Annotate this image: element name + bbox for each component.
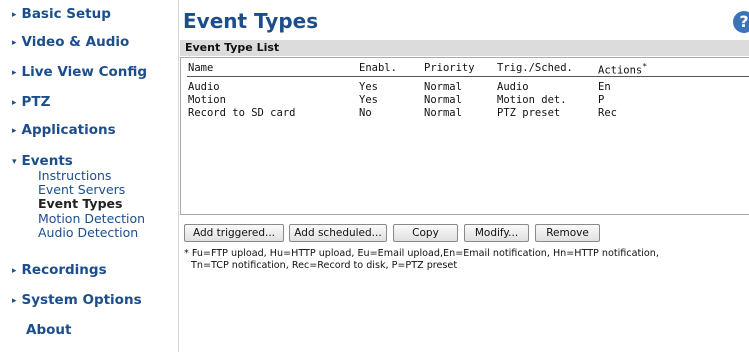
chevron-down-icon: ▾ [12,157,17,167]
column-header-actions-label: Actions [598,64,643,77]
add-triggered-button[interactable]: Add triggered... [184,224,284,242]
chevron-right-icon: ▸ [12,296,17,306]
table-row[interactable]: Record to SD card No Normal PTZ preset R… [181,107,749,120]
sidebar-item-recordings[interactable]: ▸ Recordings [12,262,107,278]
sidebar: ▸ Basic Setup ▸ Video & Audio ▸ Live View C… [0,0,179,352]
cell-trigger: Audio [497,81,529,93]
table-row[interactable]: Motion Yes Normal Motion det. P [181,94,749,107]
footnote-line-2: Tn=TCP notification, Rec=Record to disk,… [191,260,458,271]
chevron-right-icon: ▸ [12,38,17,48]
cell-enabled: Yes [359,81,378,93]
sidebar-item-label: Video & Audio [21,34,130,50]
sidebar-subitem-motion-detection[interactable]: Motion Detection [38,211,145,226]
footnote-marker: * [642,62,648,71]
event-type-list-header: Event Type List [180,40,749,56]
sidebar-item-about[interactable]: About [26,322,71,338]
cell-trigger: PTZ preset [497,107,561,119]
cell-enabled: Yes [359,94,378,106]
copy-button[interactable]: Copy [393,224,458,242]
sidebar-item-label: About [26,322,72,338]
sidebar-item-label: PTZ [21,94,51,110]
sidebar-item-live-view-config[interactable]: ▸ Live View Config [12,64,147,80]
event-type-list[interactable]: Name Enabl. Priority Trig./Sched. Action… [180,57,749,215]
chevron-right-icon: ▸ [12,10,17,20]
sidebar-item-video-audio[interactable]: ▸ Video & Audio [12,34,129,50]
cell-enabled: No [359,107,372,119]
column-header-enabled: Enabl. [359,62,397,74]
sidebar-subitem-instructions[interactable]: Instructions [38,168,111,183]
sidebar-item-label: Basic Setup [21,6,111,22]
sidebar-item-events[interactable]: ▾ Events [12,153,73,169]
cell-priority: Normal [424,94,462,106]
sidebar-subitem-audio-detection[interactable]: Audio Detection [38,225,138,240]
sidebar-item-label: Events [21,153,73,169]
cell-name: Audio [188,81,220,93]
sidebar-subitem-event-servers[interactable]: Event Servers [38,182,125,197]
chevron-right-icon: ▸ [12,98,17,108]
sidebar-subitem-event-types[interactable]: Event Types [38,196,122,211]
help-icon[interactable]: ? [733,11,749,33]
chevron-right-icon: ▸ [12,126,17,136]
sidebar-item-basic-setup[interactable]: ▸ Basic Setup [12,6,111,22]
cell-actions: P [598,94,605,106]
cell-trigger: Motion det. [497,94,567,106]
sidebar-item-system-options[interactable]: ▸ System Options [12,292,142,308]
cell-actions: Rec [598,107,617,119]
column-header-actions: Actions* [598,62,647,77]
actions-footnote: * Fu=FTP upload, Hu=HTTP upload, Eu=Emai… [184,248,744,272]
column-headers: Name Enabl. Priority Trig./Sched. Action… [181,62,749,77]
sidebar-item-label: Recordings [21,262,107,278]
cell-priority: Normal [424,81,462,93]
column-header-name: Name [188,62,214,74]
sidebar-item-label: System Options [21,292,142,308]
footnote-line-1: * Fu=FTP upload, Hu=HTTP upload, Eu=Emai… [184,248,659,259]
chevron-right-icon: ▸ [12,266,17,276]
sidebar-item-label: Applications [21,122,116,138]
cell-priority: Normal [424,107,462,119]
modify-button[interactable]: Modify... [464,224,529,242]
sidebar-item-label: Live View Config [21,64,148,80]
chevron-right-icon: ▸ [12,68,17,78]
page-title: Event Types [183,9,319,33]
cell-actions: En [598,81,611,93]
cell-name: Record to SD card [188,107,296,119]
table-row[interactable]: Audio Yes Normal Audio En [181,81,749,94]
column-header-trigger: Trig./Sched. [497,62,573,74]
remove-button[interactable]: Remove [535,224,600,242]
header-divider [187,76,749,77]
column-header-priority: Priority [424,62,475,74]
add-scheduled-button[interactable]: Add scheduled... [289,224,387,242]
sidebar-item-ptz[interactable]: ▸ PTZ [12,94,50,110]
sidebar-item-applications[interactable]: ▸ Applications [12,122,116,138]
cell-name: Motion [188,94,226,106]
